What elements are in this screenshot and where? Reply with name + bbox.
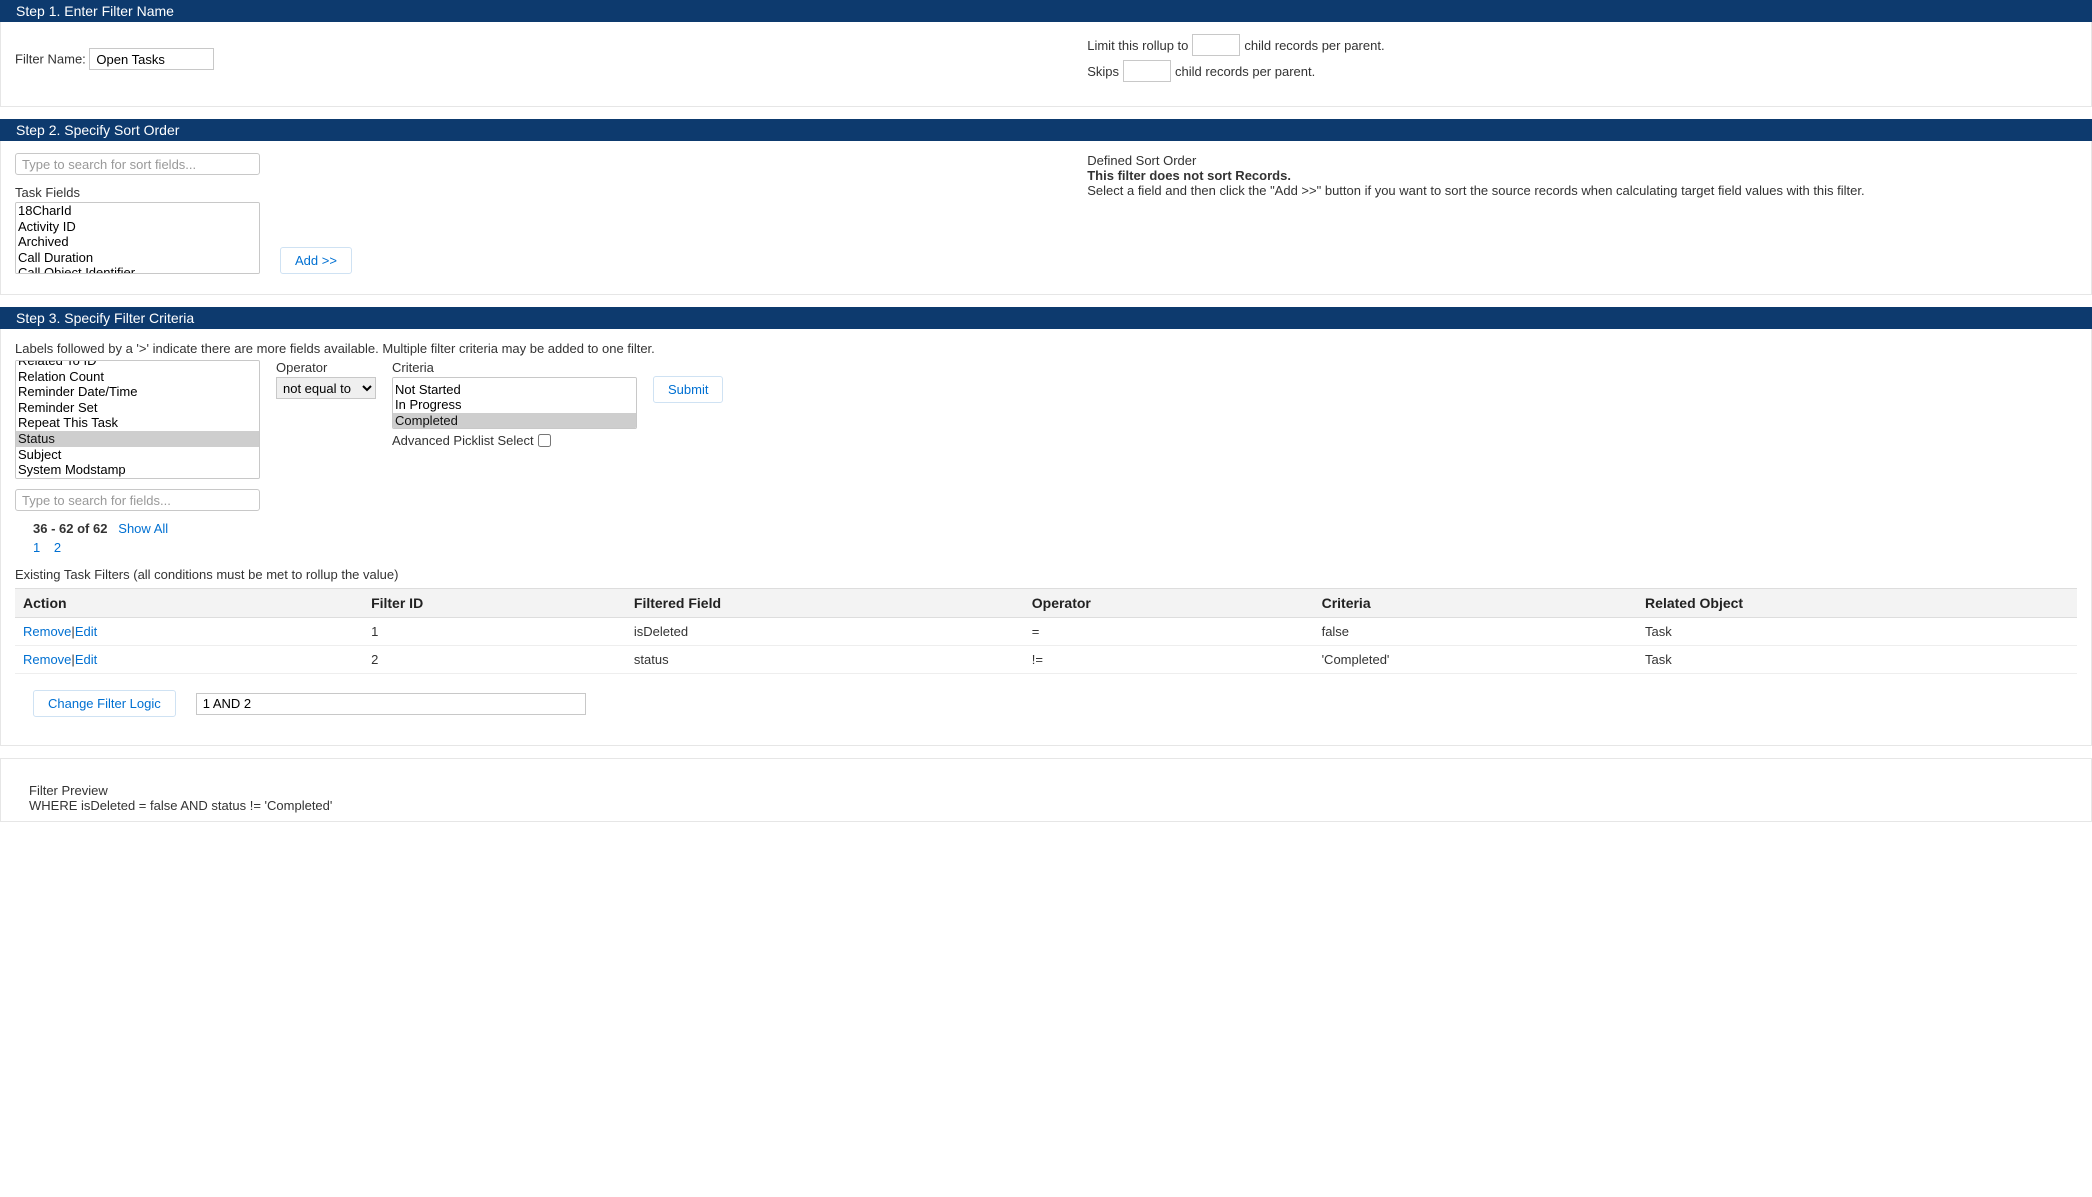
th-filter-id: Filter ID [363,589,626,618]
th-operator: Operator [1024,589,1314,618]
th-action: Action [15,589,363,618]
th-criteria: Criteria [1314,589,1637,618]
th-field: Filtered Field [626,589,1024,618]
filter-name-input[interactable] [89,48,214,70]
cell-field: status [626,646,1024,674]
task-field-option[interactable]: Call Duration [16,250,259,266]
cell-criteria: 'Completed' [1314,646,1637,674]
advanced-picklist-checkbox[interactable] [538,434,551,447]
task-fields-list[interactable]: 18CharIdActivity IDArchivedCall Duration… [15,202,260,274]
page-1-link[interactable]: 1 [33,540,40,555]
step1-header: Step 1. Enter Filter Name [0,0,2092,22]
edit-link[interactable]: Edit [75,652,97,667]
cell-criteria: false [1314,618,1637,646]
field-option[interactable]: Relation Count [16,369,259,385]
task-field-option[interactable]: 18CharId [16,203,259,219]
cell-related: Task [1637,646,2077,674]
field-option[interactable]: Reminder Set [16,400,259,416]
change-filter-logic-button[interactable]: Change Filter Logic [33,690,176,717]
cell-operator: = [1024,618,1314,646]
sort-help-text: Select a field and then click the "Add >… [1087,183,2077,198]
step2-body: Task Fields 18CharIdActivity IDArchivedC… [0,141,2092,295]
filters-table: Action Filter ID Filtered Field Operator… [15,588,2077,674]
cell-field: isDeleted [626,618,1024,646]
cell-filter-id: 1 [363,618,626,646]
existing-filters-label: Existing Task Filters (all conditions mu… [15,567,2077,582]
th-related: Related Object [1637,589,2077,618]
field-option[interactable]: Reminder Date/Time [16,384,259,400]
task-fields-label: Task Fields [15,185,1087,200]
skips-label-pre: Skips [1087,64,1119,79]
criteria-option[interactable]: In Progress [393,397,636,413]
operator-select[interactable]: not equal to [276,377,376,399]
criteria-option[interactable]: Not Started [393,382,636,398]
filter-name-label: Filter Name: [15,52,86,67]
submit-button[interactable]: Submit [653,376,723,403]
remove-link[interactable]: Remove [23,624,71,639]
field-option[interactable]: Status [16,431,259,447]
cell-filter-id: 2 [363,646,626,674]
step2-header: Step 2. Specify Sort Order [0,119,2092,141]
cell-related: Task [1637,618,2077,646]
step1-body: Filter Name: Limit this rollup to child … [0,22,2092,107]
task-field-option[interactable]: Archived [16,234,259,250]
criteria-label: Criteria [392,360,637,375]
skips-label-post: child records per parent. [1175,64,1315,79]
criteria-option[interactable]: Completed [393,413,636,429]
no-sort-msg: This filter does not sort Records. [1087,168,2077,183]
operator-label: Operator [276,360,376,375]
task-field-option[interactable]: Activity ID [16,219,259,235]
limit-input[interactable] [1192,34,1240,56]
edit-link[interactable]: Edit [75,624,97,639]
filter-preview-section: Filter Preview WHERE isDeleted = false A… [0,758,2092,822]
filter-preview-text: WHERE isDeleted = false AND status != 'C… [29,798,2063,813]
page-2-link[interactable]: 2 [54,540,61,555]
limit-label-post: child records per parent. [1244,38,1384,53]
table-row: Remove|Edit1isDeleted=falseTask [15,618,2077,646]
remove-link[interactable]: Remove [23,652,71,667]
fields-search-input[interactable] [15,489,260,511]
advanced-picklist-label: Advanced Picklist Select [392,433,534,448]
field-option[interactable]: Related To ID [16,360,259,369]
task-field-option[interactable]: Call Object Identifier [16,265,259,274]
step3-intro: Labels followed by a '>' indicate there … [15,341,2077,356]
count-text: 36 - 62 of 62 [33,521,107,536]
cell-operator: != [1024,646,1314,674]
criteria-list[interactable]: --None--Not StartedIn ProgressCompleted [392,377,637,429]
show-all-link[interactable]: Show All [118,521,168,536]
add-button[interactable]: Add >> [280,247,352,274]
filter-preview-label: Filter Preview [29,783,2063,798]
field-option[interactable]: Subject [16,447,259,463]
defined-sort-label: Defined Sort Order [1087,153,2077,168]
step3-body: Labels followed by a '>' indicate there … [0,329,2092,746]
step3-header: Step 3. Specify Filter Criteria [0,307,2092,329]
limit-label-pre: Limit this rollup to [1087,38,1188,53]
fields-list[interactable]: Related To IDRelation CountReminder Date… [15,360,260,479]
filter-logic-input[interactable] [196,693,586,715]
table-row: Remove|Edit2status!='Completed'Task [15,646,2077,674]
sort-search-input[interactable] [15,153,260,175]
field-option[interactable]: System Modstamp [16,462,259,478]
skips-input[interactable] [1123,60,1171,82]
field-option[interactable]: Repeat This Task [16,415,259,431]
